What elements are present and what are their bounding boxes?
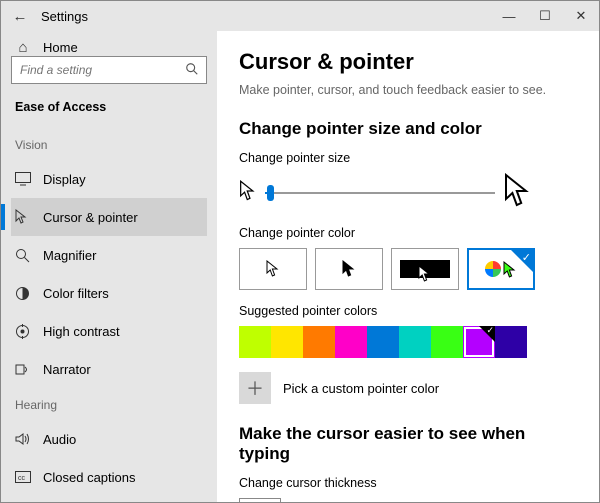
suggested-swatch[interactable] [335, 326, 367, 358]
cursor-thickness-slider[interactable] [293, 501, 493, 502]
search-wrap [11, 56, 207, 84]
sidebar-item-label: Audio [43, 432, 76, 447]
sidebar-item-label: Color filters [43, 286, 109, 301]
sidebar-item-display[interactable]: Display [11, 160, 207, 198]
suggested-swatch[interactable] [271, 326, 303, 358]
sidebar-item-label: Display [43, 172, 86, 187]
pointer-color-tile-custom[interactable]: ✓ [467, 248, 535, 290]
audio-icon [15, 432, 31, 446]
sidebar-item-label: High contrast [43, 324, 120, 339]
cursor-thickness-preview: abc [239, 498, 281, 502]
maximize-button[interactable]: ☐ [527, 1, 563, 31]
home-button[interactable]: ⌂ Home [11, 39, 207, 56]
sidebar-item-cursor-pointer[interactable]: Cursor & pointer [11, 198, 207, 236]
pointer-color-label: Change pointer color [239, 226, 577, 240]
pointer-size-slider[interactable] [265, 183, 495, 203]
closed-captions-icon: cc [15, 471, 31, 483]
sidebar-item-magnifier[interactable]: Magnifier [11, 236, 207, 274]
display-icon [15, 172, 31, 186]
home-label: Home [43, 40, 78, 55]
cursor-big-icon [503, 173, 533, 212]
suggested-swatch[interactable] [303, 326, 335, 358]
suggested-swatch[interactable] [463, 326, 495, 358]
suggested-swatch[interactable] [495, 326, 527, 358]
narrator-icon [15, 362, 31, 377]
cursor-small-icon [239, 180, 257, 205]
sidebar-item-label: Narrator [43, 362, 91, 377]
minimize-button[interactable]: ― [491, 1, 527, 31]
sidebar-item-label: Closed captions [43, 470, 136, 485]
back-button[interactable]: ← [1, 8, 39, 25]
sidebar-item-label: Cursor & pointer [43, 210, 138, 225]
sidebar-item-label: Magnifier [43, 248, 96, 263]
section-size-color-heading: Change pointer size and color [239, 119, 577, 139]
suggested-colors-label: Suggested pointer colors [239, 304, 577, 318]
suggested-swatch[interactable] [367, 326, 399, 358]
search-icon [185, 62, 199, 79]
custom-color-label: Pick a custom pointer color [283, 381, 439, 396]
high-contrast-icon [15, 324, 31, 339]
sidebar-item-closed-captions[interactable]: cc Closed captions [11, 458, 207, 496]
section-cursor-heading: Make the cursor easier to see when typin… [239, 424, 577, 464]
cursor-icon [15, 209, 31, 225]
pointer-size-label: Change pointer size [239, 151, 577, 165]
cursor-thickness-label: Change cursor thickness [239, 476, 577, 490]
pointer-color-tile-white[interactable] [239, 248, 307, 290]
window-title: Settings [39, 9, 491, 24]
category-label: Ease of Access [11, 98, 207, 128]
check-icon: ✓ [522, 251, 531, 264]
pointer-color-tile-inverted[interactable] [391, 248, 459, 290]
home-icon: ⌂ [15, 39, 31, 56]
titlebar: ← Settings ― ☐ ✕ [1, 1, 599, 31]
page-subtitle: Make pointer, cursor, and touch feedback… [239, 83, 577, 97]
group-label-hearing: Hearing [11, 388, 207, 420]
suggested-swatch[interactable] [431, 326, 463, 358]
close-button[interactable]: ✕ [563, 1, 599, 31]
pointer-color-tile-black[interactable] [315, 248, 383, 290]
sidebar-item-color-filters[interactable]: Color filters [11, 274, 207, 312]
magnifier-icon [15, 248, 31, 263]
color-filters-icon [15, 286, 31, 301]
sidebar-item-narrator[interactable]: Narrator [11, 350, 207, 388]
pointer-color-tiles: ✓ [239, 248, 577, 290]
sidebar-item-high-contrast[interactable]: High contrast [11, 312, 207, 350]
search-input[interactable] [11, 56, 207, 84]
svg-text:cc: cc [18, 475, 26, 482]
sidebar-item-audio[interactable]: Audio [11, 420, 207, 458]
suggested-swatches [239, 326, 577, 358]
content-pane: Cursor & pointer Make pointer, cursor, a… [217, 31, 599, 502]
suggested-swatch[interactable] [399, 326, 431, 358]
custom-color-button[interactable]: ＋ [239, 372, 271, 404]
suggested-swatch[interactable] [239, 326, 271, 358]
sidebar: ⌂ Home Ease of Access Vision Display Cur… [1, 31, 217, 502]
group-label-vision: Vision [11, 128, 207, 160]
page-title: Cursor & pointer [239, 49, 577, 75]
